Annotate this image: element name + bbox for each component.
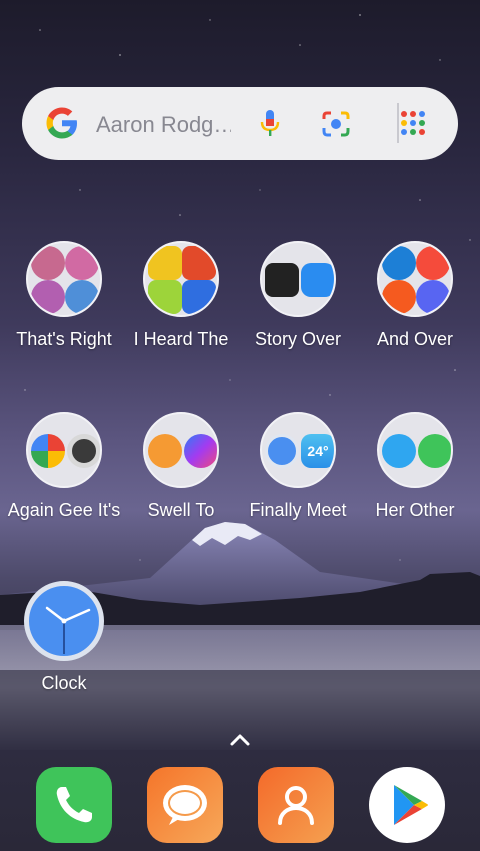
google-search-bar[interactable]: Aaron Rodg… — [22, 87, 458, 160]
folder-icon — [260, 241, 336, 317]
folder-icon — [377, 241, 453, 317]
folder-i-heard-the[interactable]: I Heard The — [123, 241, 239, 350]
microphone-icon[interactable] — [259, 109, 281, 139]
folder-story-over[interactable]: Story Over — [240, 241, 356, 350]
search-input[interactable]: Aaron Rodg… — [96, 112, 231, 138]
folder-icon — [377, 412, 453, 488]
folder-swell-to[interactable]: Swell To — [123, 412, 239, 521]
lens-camera-icon[interactable] — [320, 109, 352, 139]
folder-label: And Over — [376, 329, 454, 349]
clock-icon — [24, 581, 104, 661]
chevron-up-icon[interactable] — [229, 733, 251, 747]
messages-dock-button[interactable] — [147, 767, 223, 843]
app-icon — [382, 280, 416, 314]
game-app-icon — [65, 246, 99, 280]
folder-label: I Heard The — [133, 329, 229, 349]
clock-app[interactable]: Clock — [6, 581, 122, 694]
camera-icon — [67, 434, 100, 468]
contacts-icon — [278, 786, 314, 825]
roblox-icon — [265, 263, 299, 297]
folder-finally-meet[interactable]: 24° Finally Meet — [240, 412, 356, 521]
folder-label: Again Gee It's — [7, 500, 121, 520]
messages-icon — [148, 434, 182, 468]
geometry-dash-icon — [182, 280, 216, 314]
clock-icon — [265, 434, 299, 468]
folder-label: Her Other — [375, 500, 455, 520]
google-g-icon — [46, 107, 77, 139]
game-app-icon — [31, 246, 65, 280]
folder-icon — [143, 412, 219, 488]
app-label: Clock — [41, 673, 87, 693]
apps-grid-icon[interactable] — [398, 108, 428, 138]
app-icon — [416, 246, 450, 280]
discord-icon — [416, 280, 450, 314]
play-store-dock-button[interactable] — [369, 767, 445, 843]
contacts-dock-button[interactable] — [258, 767, 334, 843]
folder-icon — [26, 412, 102, 488]
folder-icon — [143, 241, 219, 317]
folder-label: That's Right — [16, 329, 112, 349]
play-store-icon — [394, 785, 428, 825]
google-photos-icon — [31, 434, 65, 468]
geometry-dash-icon — [182, 246, 216, 280]
app-icon — [382, 246, 416, 280]
folder-icon — [26, 241, 102, 317]
messages-icon — [163, 785, 207, 825]
voice-recorder-icon — [301, 263, 334, 297]
geometry-dash-icon — [148, 246, 182, 280]
weather-icon: 24° — [301, 434, 334, 468]
folder-label: Finally Meet — [249, 500, 347, 520]
folder-label: Story Over — [254, 329, 342, 349]
messenger-icon — [184, 434, 217, 468]
folder-her-other[interactable]: Her Other — [357, 412, 473, 521]
folder-thats-right[interactable]: That's Right — [6, 241, 122, 350]
phone-icon — [56, 787, 92, 823]
geometry-dash-icon — [148, 280, 182, 314]
game-app-icon — [31, 280, 65, 314]
folder-and-over[interactable]: And Over — [357, 241, 473, 350]
folder-icon: 24° — [260, 412, 336, 488]
game-app-icon — [65, 280, 99, 314]
folder-again-gee-its[interactable]: Again Gee It's — [6, 412, 122, 521]
phone-icon — [418, 434, 451, 468]
files-icon — [382, 434, 416, 468]
phone-dock-button[interactable] — [36, 767, 112, 843]
folder-label: Swell To — [147, 500, 215, 520]
